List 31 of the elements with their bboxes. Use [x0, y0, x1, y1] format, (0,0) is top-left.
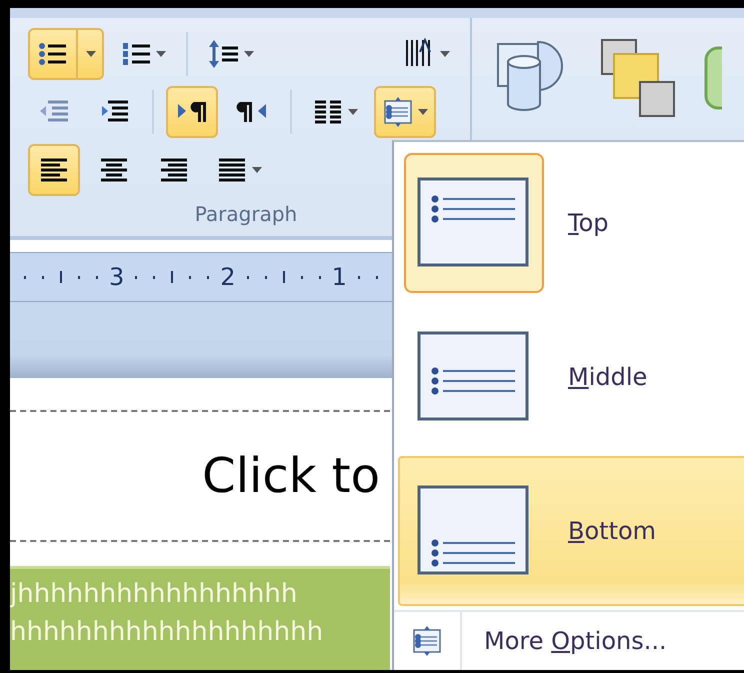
- menu-label: Bottom: [568, 517, 656, 546]
- ruler-number: 1: [332, 263, 347, 291]
- title-text: Click to: [202, 448, 380, 504]
- bullet-list-button[interactable]: [28, 28, 104, 80]
- caret-icon: [156, 51, 166, 57]
- ruler-number: 3: [109, 263, 124, 291]
- left-to-right-button[interactable]: [166, 86, 218, 138]
- text-align-top-icon: [417, 177, 531, 270]
- menu-label: Top: [568, 209, 609, 238]
- text-line: hhhhhhhhhhhhhhhhhhh: [10, 616, 324, 649]
- text-align-middle-icon: [417, 331, 531, 424]
- align-text-icon: [382, 96, 414, 128]
- align-left-button[interactable]: [28, 144, 80, 196]
- menu-item[interactable]: Top: [398, 148, 744, 298]
- caret-icon: [440, 51, 450, 57]
- arrange-icon: [598, 38, 678, 118]
- text-align-bottom-icon: [417, 485, 531, 578]
- caret-icon: [244, 51, 254, 57]
- menu-label: Middle: [568, 363, 648, 392]
- align-text-icon: [411, 625, 443, 658]
- caret-icon: [418, 109, 428, 115]
- group-label: Paragraph: [194, 202, 298, 226]
- caret-icon: [252, 167, 262, 173]
- caret-icon: [348, 109, 358, 115]
- ruler-number: 2: [220, 263, 236, 291]
- align-text-button[interactable]: [374, 86, 436, 138]
- caret-icon: [86, 51, 96, 57]
- menu-item[interactable]: Bottom: [398, 456, 744, 606]
- menu-item[interactable]: Middle: [398, 302, 744, 452]
- line-spacing-icon: [208, 38, 240, 70]
- more-options-item[interactable]: More Options...: [394, 610, 744, 670]
